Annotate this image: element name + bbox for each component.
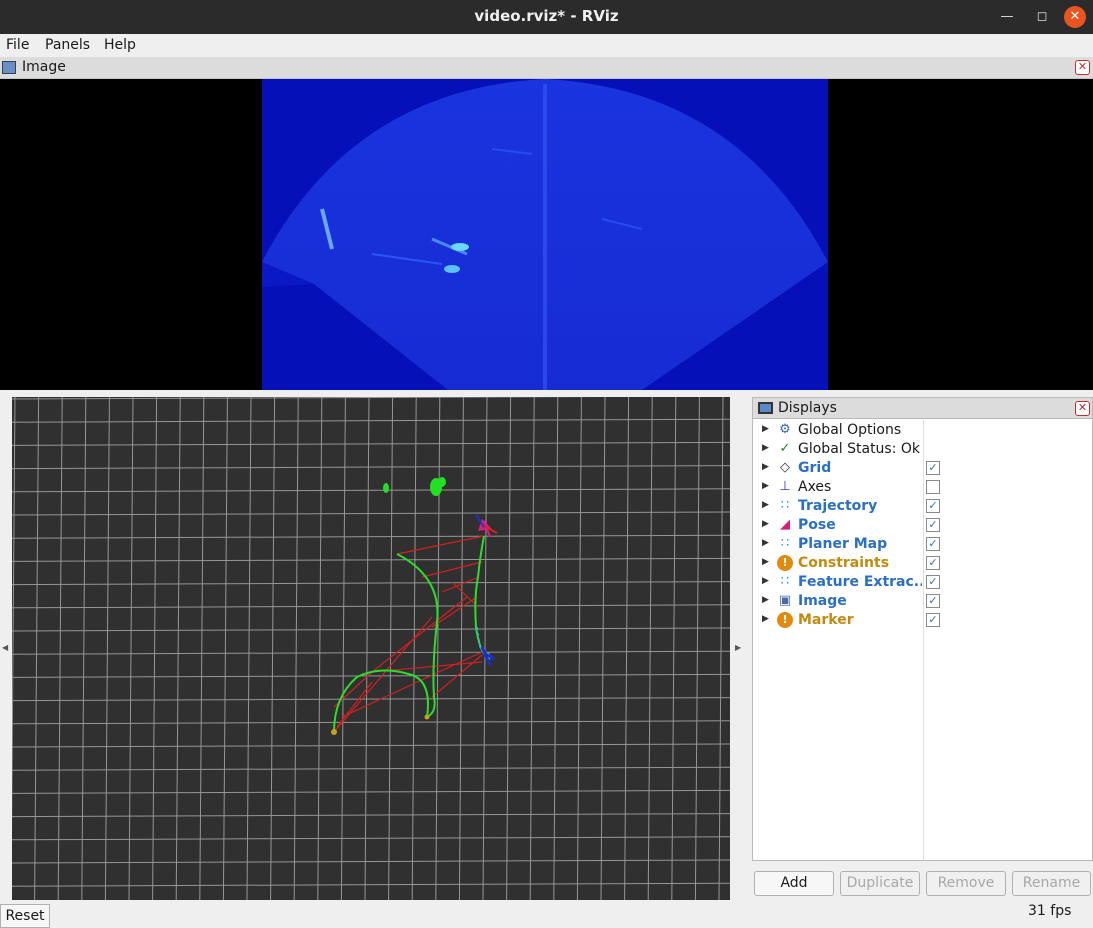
collapse-right-icon[interactable]: ▶ [735, 643, 741, 652]
expand-arrow-icon[interactable]: ▶ [762, 614, 769, 624]
display-item-pose[interactable]: ▶ ◢ Pose ✓ [753, 516, 1092, 535]
enable-checkbox[interactable]: ✓ [926, 461, 940, 475]
reset-button[interactable]: Reset [0, 904, 50, 928]
warning-icon: ! [777, 555, 793, 571]
planer-map-points [383, 477, 446, 496]
display-item-label: Trajectory [798, 498, 878, 514]
display-item-planer-map[interactable]: ▶ ∷ Planer Map ✓ [753, 535, 1092, 554]
image-icon [2, 61, 16, 74]
grid-icon: ◇ [780, 460, 790, 475]
add-button[interactable]: Add [754, 871, 834, 896]
display-item-marker[interactable]: ▶! Marker ✓ [753, 611, 1092, 630]
display-item-feature-extrac[interactable]: ▶ ∷ Feature Extrac... ✓ [753, 573, 1092, 592]
menu-panels[interactable]: Panels [45, 37, 90, 53]
gear-icon: ⚙ [779, 422, 791, 437]
menu-help[interactable]: Help [104, 37, 136, 53]
display-item-global-options[interactable]: ▶ ⚙ Global Options [753, 421, 1092, 440]
3d-viewport[interactable] [12, 397, 730, 900]
enable-checkbox[interactable]: ✓ [926, 594, 940, 608]
image-panel [0, 79, 1093, 390]
displays-panel-header: Displays ✕ [752, 397, 1093, 419]
points-icon: ∷ [780, 498, 790, 513]
expand-arrow-icon[interactable]: ▶ [762, 443, 769, 453]
displays-panel-title: Displays [778, 400, 837, 416]
display-item-label: Image [798, 593, 847, 609]
remove-button[interactable]: Remove [926, 871, 1006, 896]
display-item-constraints[interactable]: ▶! Constraints ✓ [753, 554, 1092, 573]
expand-arrow-icon[interactable]: ▶ [762, 424, 769, 434]
display-item-label: Marker [798, 612, 854, 628]
expand-arrow-icon[interactable]: ▶ [762, 462, 769, 472]
expand-arrow-icon[interactable]: ▶ [762, 538, 769, 548]
display-item-label: Axes [798, 479, 832, 495]
minimize-button[interactable]: — [996, 6, 1018, 28]
enable-checkbox[interactable]: ✓ [926, 613, 940, 627]
close-displays-panel-button[interactable]: ✕ [1075, 401, 1090, 416]
display-item-label: Constraints [798, 555, 890, 571]
expand-arrow-icon[interactable]: ▶ [762, 481, 769, 491]
expand-arrow-icon[interactable]: ▶ [762, 557, 769, 567]
display-item-global-status-ok[interactable]: ▶ ✓ Global Status: Ok [753, 440, 1092, 459]
enable-checkbox[interactable]: ✓ [926, 499, 940, 513]
display-item-label: Grid [798, 460, 832, 476]
display-item-label: Pose [798, 517, 836, 533]
check-icon: ✓ [779, 441, 791, 456]
duplicate-button[interactable]: Duplicate [840, 871, 920, 896]
axes-icon: ⊥ [779, 479, 791, 494]
enable-checkbox[interactable] [926, 480, 940, 494]
title-bar: video.rviz* - RViz — ◻ ✕ [0, 0, 1093, 34]
pose-arrow-icon: ◢ [780, 517, 790, 532]
expand-arrow-icon[interactable]: ▶ [762, 500, 769, 510]
display-item-trajectory[interactable]: ▶ ∷ Trajectory ✓ [753, 497, 1092, 516]
fps-readout: 31 fps [1028, 903, 1072, 919]
enable-checkbox[interactable]: ✓ [926, 537, 940, 551]
display-item-image[interactable]: ▶ ▣ Image ✓ [753, 592, 1092, 611]
close-image-panel-button[interactable]: ✕ [1075, 60, 1090, 75]
close-window-button[interactable]: ✕ [1064, 6, 1086, 28]
points-icon: ∷ [780, 536, 790, 551]
maximize-button[interactable]: ◻ [1031, 6, 1053, 28]
collapse-left-icon[interactable]: ◀ [2, 643, 8, 652]
enable-checkbox[interactable]: ✓ [926, 575, 940, 589]
menu-bar: File Panels Help [0, 34, 1093, 58]
display-item-label: Planer Map [798, 536, 888, 552]
image-panel-title: Image [22, 59, 66, 75]
display-item-label: Feature Extrac... [798, 574, 922, 590]
enable-checkbox[interactable]: ✓ [926, 518, 940, 532]
expand-arrow-icon[interactable]: ▶ [762, 595, 769, 605]
monitor-icon [758, 402, 773, 414]
expand-arrow-icon[interactable]: ▶ [762, 576, 769, 586]
image-icon: ▣ [778, 593, 792, 608]
display-item-axes[interactable]: ▶ ⊥ Axes [753, 478, 1092, 497]
points-icon: ∷ [780, 574, 790, 589]
display-item-label: Global Options [798, 422, 902, 438]
display-item-label: Global Status: Ok [798, 441, 921, 457]
warning-icon: ! [777, 612, 793, 628]
sonar-image [262, 79, 828, 390]
window-title: video.rviz* - RViz [474, 7, 619, 25]
enable-checkbox[interactable]: ✓ [926, 556, 940, 570]
rename-button[interactable]: Rename [1012, 871, 1091, 896]
image-panel-header: Image ✕ [0, 57, 1093, 79]
menu-file[interactable]: File [6, 37, 29, 53]
expand-arrow-icon[interactable]: ▶ [762, 519, 769, 529]
displays-panel: ▶ ⚙ Global Options ▶ ✓ Global Status: Ok ▶ ◇ Gri… [752, 397, 1093, 861]
display-item-grid[interactable]: ▶ ◇ Grid ✓ [753, 459, 1092, 478]
